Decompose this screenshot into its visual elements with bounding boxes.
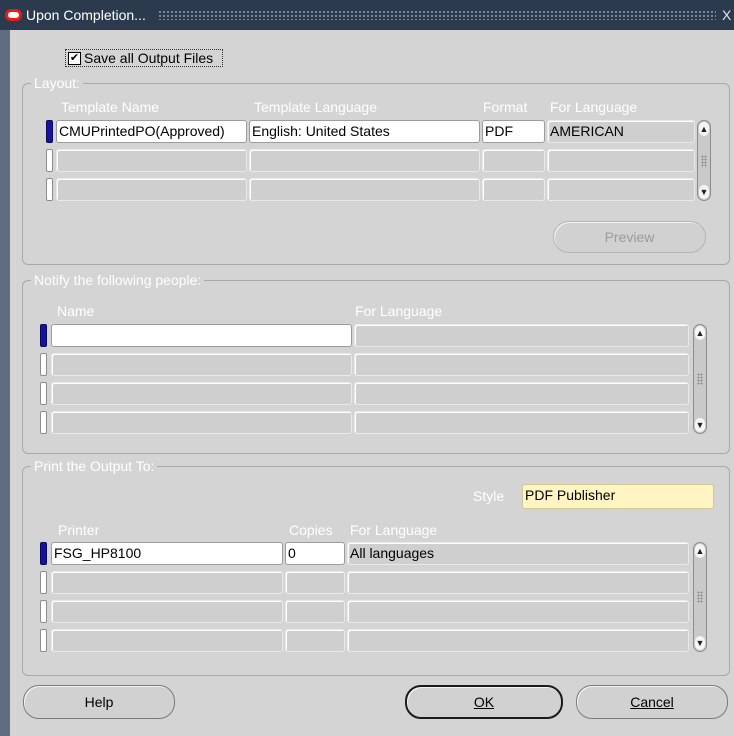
notify-for-language-header: For Language	[355, 303, 443, 319]
printer-header: Printer	[58, 522, 100, 538]
for-language-field	[547, 178, 695, 201]
ok-button[interactable]: OK	[405, 685, 563, 719]
notify-name-field[interactable]	[51, 353, 352, 376]
notify-name-field[interactable]	[51, 382, 352, 405]
title-bar: Upon Completion... X	[0, 0, 734, 30]
template-language-field[interactable]	[249, 149, 480, 172]
scroll-down-icon[interactable]: ▼	[695, 418, 705, 432]
printer-field[interactable]	[51, 600, 283, 623]
format-header: Format	[483, 99, 528, 115]
upon-completion-dialog: ✔ Save all Output Files Layout: Template…	[10, 30, 734, 736]
help-button-label: Help	[84, 694, 114, 710]
notify-legend: Notify the following people:	[34, 272, 202, 288]
help-button[interactable]: Help	[23, 685, 175, 719]
window-title: Upon Completion...	[26, 7, 146, 23]
template-language-field[interactable]: English: United States	[249, 120, 480, 143]
save-all-output-files-checkbox[interactable]: ✔ Save all Output Files	[65, 49, 223, 67]
template-name-header: Template Name	[61, 99, 160, 115]
notify-for-language-field	[354, 411, 689, 434]
print-for-language-field	[347, 600, 689, 623]
layout-row-indicator[interactable]	[46, 120, 53, 143]
layout-legend: Layout:	[34, 75, 80, 91]
layout-row-indicator[interactable]	[46, 149, 53, 172]
notify-row-indicator[interactable]	[40, 324, 47, 347]
print-scrollbar[interactable]: ▲ ▼	[693, 542, 707, 652]
oracle-logo-icon	[5, 9, 22, 21]
close-icon[interactable]: X	[722, 7, 732, 23]
printer-row-indicator[interactable]	[40, 542, 47, 565]
printer-field[interactable]: FSG_HP8100	[51, 542, 283, 565]
format-field[interactable]: PDF	[482, 120, 545, 143]
scroll-grip-icon[interactable]	[697, 373, 703, 385]
ok-button-label: OK	[473, 694, 495, 710]
notify-row-indicator[interactable]	[40, 382, 47, 405]
scroll-up-icon[interactable]: ▲	[695, 326, 705, 340]
style-field[interactable]: PDF Publisher	[522, 484, 714, 509]
layout-scrollbar[interactable]: ▲ ▼	[697, 120, 711, 201]
copies-field[interactable]	[285, 571, 345, 594]
print-for-language-field: All languages	[347, 542, 689, 565]
format-field[interactable]	[482, 149, 545, 172]
copies-field[interactable]	[285, 629, 345, 652]
cancel-button[interactable]: Cancel	[576, 685, 728, 719]
copies-field[interactable]	[285, 600, 345, 623]
notify-for-language-field	[354, 324, 689, 347]
printer-row-indicator[interactable]	[40, 600, 47, 623]
print-for-language-header: For Language	[350, 522, 438, 538]
cancel-button-label: Cancel	[630, 694, 674, 710]
notify-for-language-field	[354, 382, 689, 405]
print-for-language-field	[347, 629, 689, 652]
printer-row-indicator[interactable]	[40, 571, 47, 594]
for-language-header: For Language	[550, 99, 638, 115]
scroll-down-icon[interactable]: ▼	[695, 636, 705, 650]
copies-header: Copies	[289, 522, 333, 538]
notify-scrollbar[interactable]: ▲ ▼	[693, 324, 707, 434]
template-language-field[interactable]	[249, 178, 480, 201]
printer-field[interactable]	[51, 629, 283, 652]
save-all-output-files-label: Save all Output Files	[84, 50, 214, 66]
scroll-grip-icon[interactable]	[701, 155, 707, 167]
title-bar-drag-handle[interactable]	[157, 10, 716, 20]
notify-name-field[interactable]	[51, 324, 352, 347]
template-language-header: Template Language	[254, 99, 377, 115]
for-language-field: AMERICAN	[547, 120, 695, 143]
scroll-down-icon[interactable]: ▼	[699, 185, 709, 199]
notify-row-indicator[interactable]	[40, 411, 47, 434]
preview-button[interactable]: Preview	[553, 221, 706, 253]
copies-field[interactable]: 0	[285, 542, 345, 565]
format-field[interactable]	[482, 178, 545, 201]
printer-field[interactable]	[51, 571, 283, 594]
template-name-field[interactable]	[56, 149, 247, 172]
template-name-field[interactable]: CMUPrintedPO(Approved)	[56, 120, 247, 143]
scroll-up-icon[interactable]: ▲	[695, 544, 705, 558]
scroll-grip-icon[interactable]	[697, 591, 703, 603]
layout-row-indicator[interactable]	[46, 178, 53, 201]
printer-row-indicator[interactable]	[40, 629, 47, 652]
template-name-field[interactable]	[56, 178, 247, 201]
print-legend: Print the Output To:	[34, 458, 155, 474]
notify-for-language-field	[354, 353, 689, 376]
print-for-language-field	[347, 571, 689, 594]
for-language-field	[547, 149, 695, 172]
style-label: Style	[473, 488, 505, 504]
checkbox-checked-icon: ✔	[68, 51, 81, 65]
notify-name-field[interactable]	[51, 411, 352, 434]
name-header: Name	[57, 303, 95, 319]
notify-row-indicator[interactable]	[40, 353, 47, 376]
scroll-up-icon[interactable]: ▲	[699, 122, 709, 136]
